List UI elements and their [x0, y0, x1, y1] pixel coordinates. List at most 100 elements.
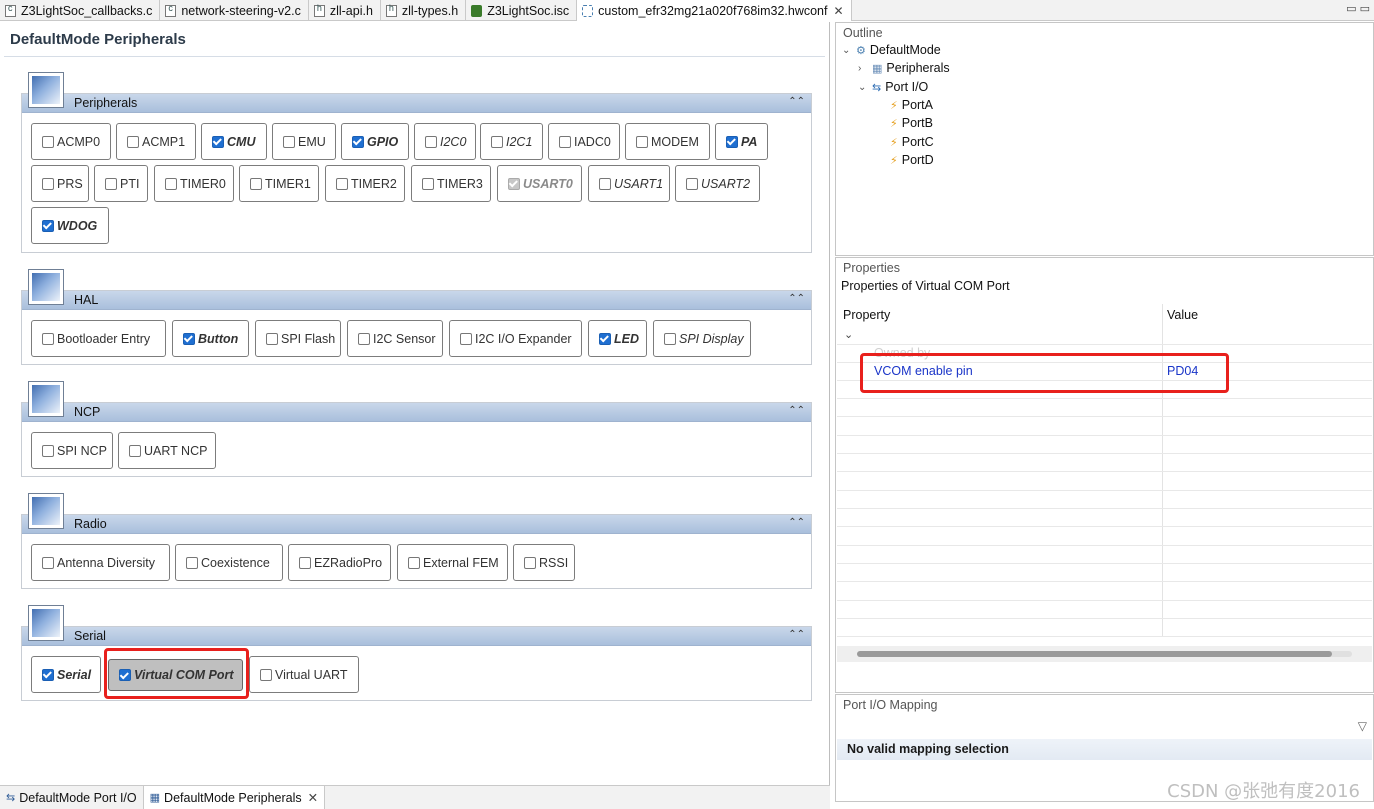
checkbox-icon[interactable]	[105, 177, 117, 190]
checkbox-icon[interactable]	[559, 135, 571, 148]
checkbox-icon[interactable]	[425, 135, 437, 148]
checkbox-icon[interactable]	[336, 177, 348, 190]
chevron-down-icon[interactable]: ⌄	[842, 45, 852, 56]
checkbox-checked-icon[interactable]	[599, 332, 611, 345]
collapse-icon[interactable]: ⌃⌃	[788, 405, 805, 416]
tab-peripherals[interactable]: ▦ DefaultMode Peripherals ✕	[143, 786, 326, 809]
chip-pa[interactable]: PA	[715, 123, 768, 160]
checkbox-icon[interactable]	[127, 135, 139, 148]
chip-i2c1[interactable]: I2C1	[480, 123, 543, 160]
chip-virtual-com-port[interactable]: Virtual COM Port	[108, 659, 243, 691]
checkbox-checked-icon[interactable]	[726, 135, 738, 148]
chip-usart1[interactable]: USART1	[588, 165, 670, 202]
close-icon[interactable]: ✕	[833, 4, 843, 18]
tree-item-peripherals[interactable]: › ▦ Peripherals	[858, 61, 950, 75]
checkbox-icon[interactable]	[266, 332, 278, 345]
tab-z3lightsoc-isc[interactable]: Z3LightSoc.isc	[466, 0, 578, 21]
chip-external-fem[interactable]: External FEM	[397, 544, 508, 581]
chip-uart-ncp[interactable]: UART NCP	[118, 432, 216, 469]
section-header[interactable]: Serial ⌃⌃	[22, 627, 811, 646]
chip-button[interactable]: Button	[172, 320, 249, 357]
chip-spi-display[interactable]: SPI Display	[653, 320, 751, 357]
chip-iadc0[interactable]: IADC0	[548, 123, 620, 160]
tree-item-portc[interactable]: ⚡ PortC	[890, 135, 934, 149]
chip-timer3[interactable]: TIMER3	[411, 165, 491, 202]
section-header[interactable]: HAL ⌃⌃	[22, 291, 811, 310]
checkbox-icon[interactable]	[664, 332, 676, 345]
checkbox-icon[interactable]	[686, 177, 698, 190]
chip-led[interactable]: LED	[588, 320, 647, 357]
checkbox-icon[interactable]	[42, 556, 54, 569]
tab-network-steering[interactable]: network-steering-v2.c	[160, 0, 309, 21]
tab-z3lightsoc-callbacks[interactable]: Z3LightSoc_callbacks.c	[0, 0, 161, 21]
checkbox-icon[interactable]	[408, 556, 420, 569]
section-header[interactable]: NCP ⌃⌃	[22, 403, 811, 422]
column-header-value[interactable]: Value	[1167, 308, 1198, 322]
collapse-icon[interactable]: ⌃⌃	[788, 293, 805, 304]
chip-virtual-uart[interactable]: Virtual UART	[249, 656, 359, 693]
tab-zll-api[interactable]: zll-api.h	[309, 0, 381, 21]
collapse-icon[interactable]: ⌃⌃	[788, 96, 805, 107]
tree-item-defaultmode[interactable]: ⌄ ⚙ DefaultMode	[842, 43, 941, 57]
chip-antenna-diversity[interactable]: Antenna Diversity	[31, 544, 170, 581]
chip-acmp0[interactable]: ACMP0	[31, 123, 111, 160]
chip-i2c0[interactable]: I2C0	[414, 123, 476, 160]
chip-timer0[interactable]: TIMER0	[154, 165, 234, 202]
section-header[interactable]: Peripherals ⌃⌃	[22, 94, 811, 113]
chip-gpio[interactable]: GPIO	[341, 123, 409, 160]
chevron-down-icon[interactable]: ⌄	[858, 82, 868, 93]
chip-timer1[interactable]: TIMER1	[239, 165, 319, 202]
property-value-vcom-enable-pin[interactable]: PD04	[1167, 364, 1198, 378]
chip-timer2[interactable]: TIMER2	[325, 165, 405, 202]
checkbox-icon[interactable]	[42, 332, 54, 345]
window-controls[interactable]: ▭ ▭	[1346, 2, 1370, 15]
checkbox-checked-icon[interactable]	[42, 219, 54, 232]
tab-port-io[interactable]: ⇆ DefaultMode Port I/O	[0, 786, 144, 809]
chip-cmu[interactable]: CMU	[201, 123, 267, 160]
chip-pti[interactable]: PTI	[94, 165, 148, 202]
checkbox-icon[interactable]	[460, 332, 472, 345]
checkbox-checked-icon[interactable]	[183, 332, 195, 345]
chip-acmp1[interactable]: ACMP1	[116, 123, 196, 160]
tree-item-portd[interactable]: ⚡ PortD	[890, 153, 934, 167]
section-header[interactable]: Radio ⌃⌃	[22, 515, 811, 534]
tree-item-portb[interactable]: ⚡ PortB	[890, 116, 933, 130]
checkbox-icon[interactable]	[491, 135, 503, 148]
chip-usart0[interactable]: USART0	[497, 165, 582, 202]
chip-usart2[interactable]: USART2	[675, 165, 760, 202]
chevron-down-icon[interactable]: ⌄	[844, 328, 853, 341]
scrollbar-thumb[interactable]	[857, 651, 1333, 657]
checkbox-icon[interactable]	[358, 332, 370, 345]
checkbox-checked-icon[interactable]	[212, 135, 224, 148]
checkbox-icon[interactable]	[524, 556, 536, 569]
checkbox-checked-icon[interactable]	[42, 668, 54, 681]
tree-item-port-io[interactable]: ⌄ ⇆ Port I/O	[858, 80, 928, 94]
tab-zll-types[interactable]: zll-types.h	[381, 0, 467, 21]
chip-spi-ncp[interactable]: SPI NCP	[31, 432, 113, 469]
horizontal-scrollbar[interactable]	[857, 651, 1352, 657]
column-header-property[interactable]: Property	[843, 308, 890, 322]
property-name-vcom-enable-pin[interactable]: VCOM enable pin	[874, 364, 973, 378]
collapse-icon[interactable]: ⌃⌃	[788, 517, 805, 528]
chip-prs[interactable]: PRS	[31, 165, 89, 202]
chip-ezradiopro[interactable]: EZRadioPro	[288, 544, 391, 581]
chip-bootloader-entry[interactable]: Bootloader Entry	[31, 320, 166, 357]
checkbox-icon[interactable]	[42, 177, 54, 190]
checkbox-icon[interactable]	[165, 177, 177, 190]
collapse-icon[interactable]: ⌃⌃	[788, 629, 805, 640]
checkbox-icon[interactable]	[599, 177, 611, 190]
chip-modem[interactable]: MODEM	[625, 123, 710, 160]
chip-emu[interactable]: EMU	[272, 123, 336, 160]
chip-i2c-io-expander[interactable]: I2C I/O Expander	[449, 320, 582, 357]
chip-serial[interactable]: Serial	[31, 656, 101, 693]
checkbox-icon[interactable]	[422, 177, 434, 190]
checkbox-checked-icon[interactable]	[119, 669, 131, 681]
checkbox-icon[interactable]	[42, 135, 54, 148]
close-icon[interactable]: ✕	[308, 790, 318, 805]
filter-icon[interactable]: ▽	[1358, 719, 1367, 733]
chevron-right-icon[interactable]: ›	[858, 63, 868, 74]
chip-i2c-sensor[interactable]: I2C Sensor	[347, 320, 443, 357]
chip-wdog[interactable]: WDOG	[31, 207, 109, 244]
tree-item-porta[interactable]: ⚡ PortA	[890, 98, 933, 112]
checkbox-icon[interactable]	[186, 556, 198, 569]
